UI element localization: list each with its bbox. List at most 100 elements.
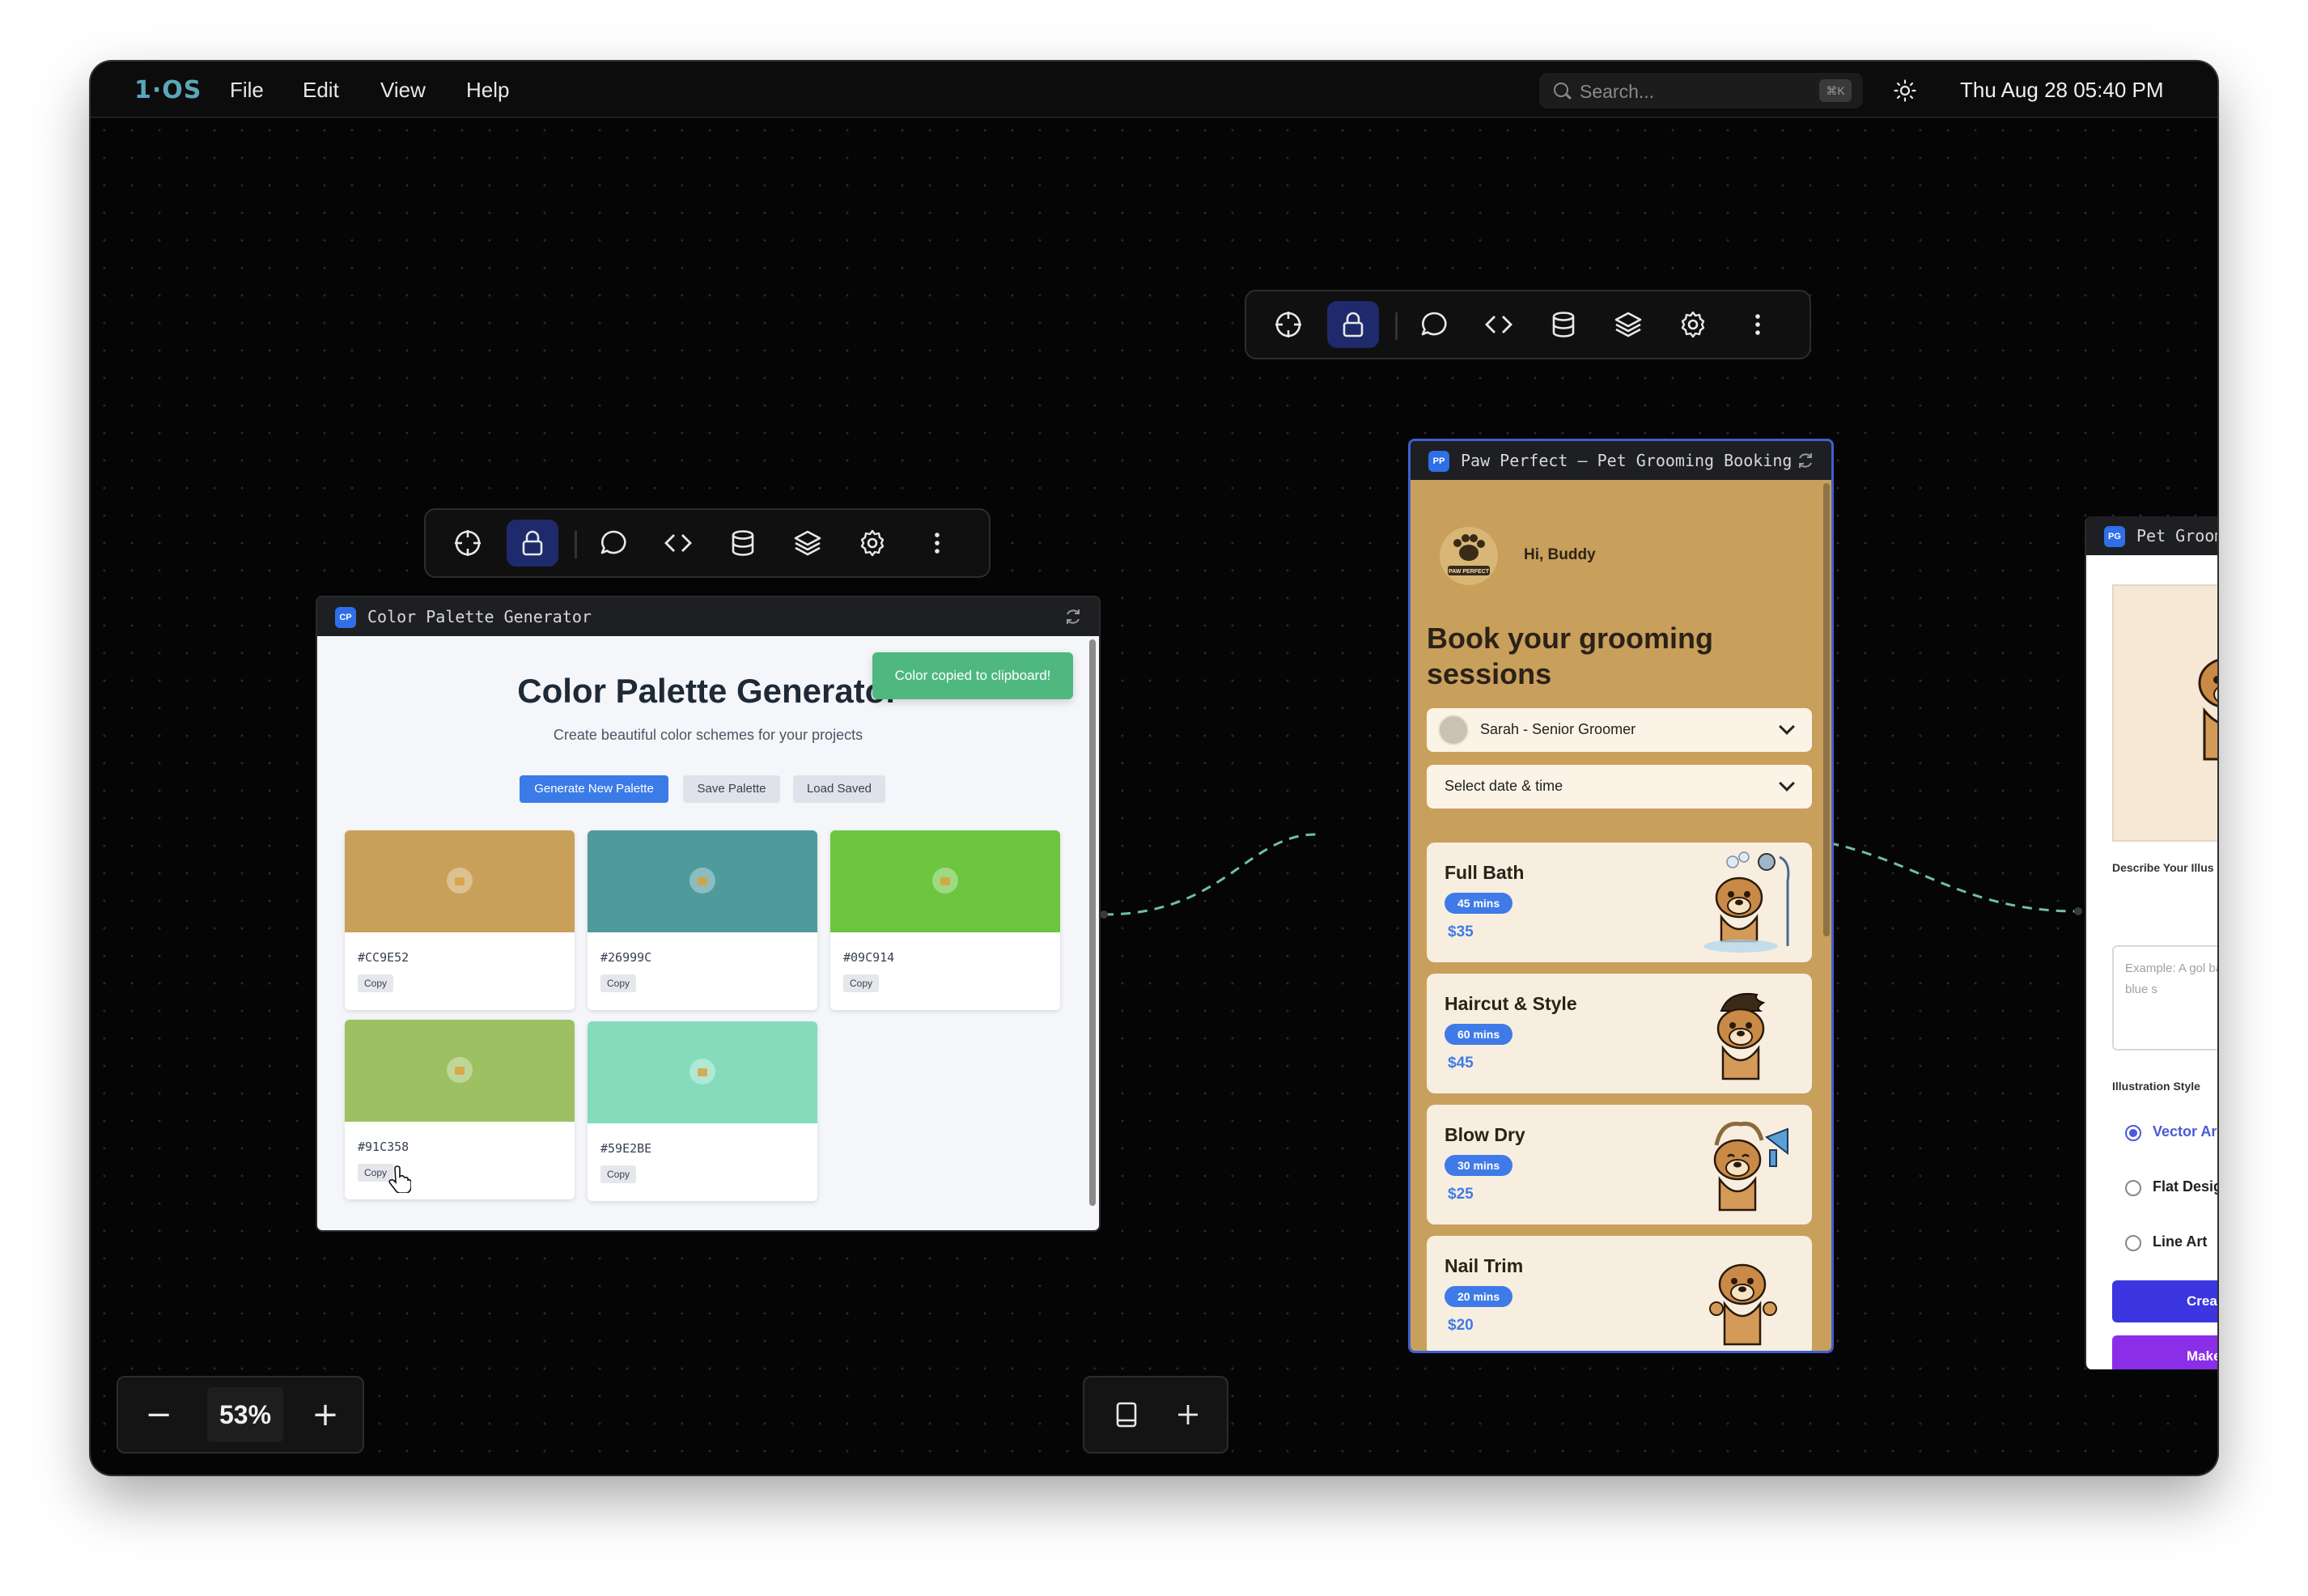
- color-card: #59E2BE Copy: [588, 1021, 817, 1201]
- style-radio-vector[interactable]: [2125, 1125, 2141, 1141]
- page-controls: [1083, 1376, 1228, 1454]
- desktop-canvas[interactable]: 1·OS File Edit View Help Search... ⌘K Th…: [91, 62, 2217, 1475]
- service-card[interactable]: Nail Trim 20 mins $20: [1427, 1236, 1812, 1351]
- dog-haircut-illustration: [1716, 993, 1766, 1080]
- user-greeting: Hi, Buddy: [1524, 546, 1596, 563]
- more-vertical-icon[interactable]: [911, 520, 963, 567]
- lock-toggle-icon[interactable]: [689, 1059, 715, 1085]
- color-card: #09C914 Copy: [830, 830, 1060, 1010]
- page-subtitle: Create beautiful color schemes for your …: [553, 727, 863, 743]
- zoom-out-button[interactable]: −: [136, 1392, 181, 1437]
- copy-button[interactable]: Copy: [600, 974, 636, 992]
- palette-content: Color Palette Generator Create beautiful…: [317, 636, 1099, 1230]
- copied-toast: Color copied to clipboard!: [872, 652, 1073, 699]
- lock-toggle-icon[interactable]: [447, 1057, 473, 1083]
- color-palette-window[interactable]: CP Color Palette Generator Color Palette…: [316, 596, 1101, 1232]
- menu-edit[interactable]: Edit: [303, 78, 339, 103]
- layers-icon[interactable]: [782, 520, 834, 567]
- window-titlebar[interactable]: PP Paw Perfect – Pet Grooming Booking: [1411, 441, 1831, 480]
- pet-illustration-window[interactable]: PG Pet Groom Describe Your Illus Example…: [2085, 516, 2217, 1369]
- code-icon[interactable]: [1473, 301, 1525, 348]
- database-icon[interactable]: [1538, 301, 1589, 348]
- menu-view[interactable]: View: [380, 78, 426, 103]
- service-name: Nail Trim: [1445, 1255, 1524, 1276]
- color-card: #CC9E52 Copy: [345, 830, 575, 1010]
- clock-datetime: Thu Aug 28 05:40 PM: [1960, 78, 2164, 102]
- color-swatch[interactable]: [588, 830, 817, 932]
- color-swatch[interactable]: [830, 830, 1060, 932]
- page-title: Book your grooming sessions: [1427, 622, 1713, 690]
- create-button[interactable]: Crea: [2112, 1280, 2217, 1322]
- layers-icon[interactable]: [1602, 301, 1654, 348]
- zoom-level: 53%: [207, 1387, 283, 1442]
- service-card[interactable]: Full Bath 45 mins $35: [1427, 843, 1812, 962]
- scrollbar[interactable]: [1089, 639, 1096, 1206]
- style-option-label[interactable]: Line Art: [2153, 1233, 2207, 1250]
- search-placeholder: Search...: [1580, 81, 1655, 102]
- datetime-select[interactable]: Select date & time: [1427, 765, 1812, 809]
- service-card[interactable]: Blow Dry 30 mins $25: [1427, 1105, 1812, 1225]
- window-titlebar[interactable]: CP Color Palette Generator: [317, 597, 1099, 636]
- load-saved-button[interactable]: Load Saved: [793, 775, 885, 803]
- illustration-content: Describe Your Illus Example: A gol bath …: [2086, 555, 2217, 1369]
- service-price: $20: [1448, 1317, 1474, 1334]
- theme-toggle-sun-icon[interactable]: [1894, 79, 1916, 102]
- gear-icon[interactable]: [846, 520, 898, 567]
- more-vertical-icon[interactable]: [1732, 301, 1784, 348]
- duration-badge: 30 mins: [1445, 1155, 1513, 1176]
- os-logo[interactable]: 1·OS: [134, 76, 202, 104]
- hex-value: #CC9E52: [358, 950, 409, 965]
- search-input[interactable]: Search... ⌘K: [1539, 73, 1863, 108]
- book-icon[interactable]: [1104, 1392, 1149, 1437]
- describe-label: Describe Your Illus: [2112, 861, 2214, 874]
- groomer-select[interactable]: Sarah - Senior Groomer: [1427, 708, 1812, 752]
- chat-icon[interactable]: [588, 520, 639, 567]
- save-palette-button[interactable]: Save Palette: [683, 775, 780, 803]
- zoom-in-button[interactable]: +: [303, 1392, 348, 1437]
- lock-icon[interactable]: [1327, 301, 1379, 348]
- description-textarea[interactable]: Example: A gol bath with blue s: [2112, 945, 2217, 1051]
- refresh-icon[interactable]: [1063, 607, 1083, 626]
- menu-help[interactable]: Help: [466, 78, 509, 103]
- service-price: $35: [1448, 923, 1474, 940]
- add-page-icon[interactable]: [1165, 1392, 1211, 1437]
- chat-icon[interactable]: [1408, 301, 1460, 348]
- gear-icon[interactable]: [1667, 301, 1719, 348]
- code-icon[interactable]: [652, 520, 704, 567]
- color-swatch[interactable]: [345, 830, 575, 932]
- make-button[interactable]: Make: [2112, 1335, 2217, 1369]
- window-titlebar[interactable]: PG Pet Groom: [2086, 516, 2217, 555]
- booking-content: PAW PERFECT Hi, Buddy Book your grooming…: [1411, 480, 1831, 1351]
- menu-file[interactable]: File: [230, 78, 264, 103]
- dog-bath-illustration: [1703, 851, 1790, 953]
- generate-palette-button[interactable]: Generate New Palette: [520, 775, 668, 803]
- copy-button[interactable]: Copy: [843, 974, 879, 992]
- crosshair-icon[interactable]: [442, 520, 494, 567]
- style-option-label[interactable]: Vector Ar: [2153, 1123, 2217, 1140]
- style-option-label[interactable]: Flat Desig: [2153, 1178, 2217, 1195]
- chevron-down-icon: [1779, 775, 1795, 792]
- color-swatch[interactable]: [588, 1021, 817, 1123]
- lock-icon[interactable]: [507, 520, 558, 567]
- pet-booking-window[interactable]: PP Paw Perfect – Pet Grooming Booking PA…: [1408, 439, 1834, 1353]
- illustration-preview: [2112, 584, 2217, 842]
- database-icon[interactable]: [717, 520, 769, 567]
- service-name: Haircut & Style: [1445, 993, 1577, 1014]
- crosshair-icon[interactable]: [1262, 301, 1314, 348]
- copy-button[interactable]: Copy: [600, 1165, 636, 1183]
- service-card[interactable]: Haircut & Style 60 mins $45: [1427, 974, 1812, 1093]
- copy-button[interactable]: Copy: [358, 974, 393, 992]
- style-radio-line[interactable]: [2125, 1235, 2141, 1251]
- avatar: [1438, 715, 1469, 745]
- lock-toggle-icon[interactable]: [689, 868, 715, 894]
- scrollbar[interactable]: [1823, 483, 1830, 936]
- style-radio-flat[interactable]: [2125, 1180, 2141, 1196]
- app-badge: PP: [1428, 451, 1449, 472]
- color-swatch[interactable]: [345, 1020, 575, 1122]
- dog-blow-dry-illustration: [1713, 1121, 1788, 1212]
- lock-toggle-icon[interactable]: [932, 868, 958, 894]
- lock-toggle-icon[interactable]: [447, 868, 473, 894]
- duration-badge: 20 mins: [1445, 1286, 1513, 1307]
- logo-text: PAW PERFECT: [1449, 569, 1490, 575]
- refresh-icon[interactable]: [1796, 451, 1815, 470]
